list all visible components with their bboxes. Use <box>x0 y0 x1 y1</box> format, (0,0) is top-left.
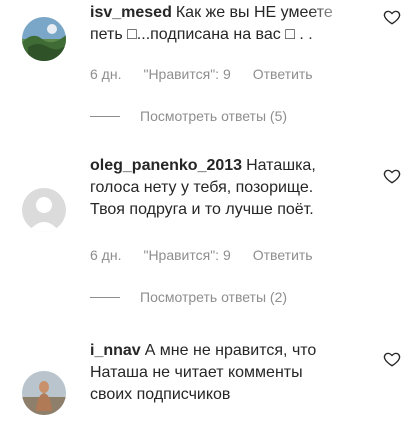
comment-meta: 6 дн. "Нравится": 9 Ответить <box>90 246 335 264</box>
comment-username[interactable]: isv_mesed <box>90 4 172 21</box>
avatar-photo <box>22 371 66 415</box>
comment-text-line: Твоя подруга и то лучше поёт. <box>90 201 314 218</box>
divider-line <box>90 296 120 298</box>
reply-button[interactable]: Ответить <box>253 66 313 82</box>
comment-text: Наташка, <box>246 157 316 174</box>
comment-likes[interactable]: "Нравится": 9 <box>143 247 230 263</box>
comment-username[interactable]: oleg_panenko_2013 <box>90 157 242 174</box>
comment-body: isv_mesed Как же вы НЕ умеете петь □...по… <box>90 2 368 46</box>
view-replies-label: Посмотреть ответы (5) <box>140 108 288 124</box>
avatar-photo <box>22 17 66 61</box>
comment-time[interactable]: 6 дн. <box>90 66 121 82</box>
comment-text-line: голоса нету у тебя, позорище. <box>90 179 314 196</box>
avatar[interactable] <box>22 188 66 232</box>
comment-text: Как же вы НЕ умеете <box>175 4 333 21</box>
heart-icon[interactable] <box>383 350 401 368</box>
comment-text: А мне не нравится, что <box>144 342 317 359</box>
comment-meta: 6 дн. "Нравится": 9 Ответить <box>90 65 335 83</box>
comment-username[interactable]: i_nnav <box>90 342 141 359</box>
reply-button[interactable]: Ответить <box>253 247 313 263</box>
comment-likes[interactable]: "Нравится": 9 <box>143 66 230 82</box>
default-avatar-icon <box>22 188 66 232</box>
heart-icon[interactable] <box>383 8 401 26</box>
comment-text-line: петь □...подписана на вас □ . . <box>90 24 368 46</box>
avatar[interactable] <box>22 17 66 61</box>
view-replies-button[interactable]: Посмотреть ответы (2) <box>90 288 287 306</box>
divider-line <box>90 115 120 117</box>
comment-text-line: своих подписчиков <box>90 386 231 403</box>
comment-text-line: Наташа не читает комменты <box>90 364 303 381</box>
view-replies-label: Посмотреть ответы (2) <box>140 289 288 305</box>
heart-icon[interactable] <box>383 167 401 185</box>
comment-body: oleg_panenko_2013 Наташка, голоса нету у … <box>90 155 368 221</box>
comment-time[interactable]: 6 дн. <box>90 247 121 263</box>
avatar[interactable] <box>22 371 66 415</box>
comment-body: i_nnav А мне не нравится, что Наташа не ч… <box>90 340 368 406</box>
view-replies-button[interactable]: Посмотреть ответы (5) <box>90 107 287 125</box>
